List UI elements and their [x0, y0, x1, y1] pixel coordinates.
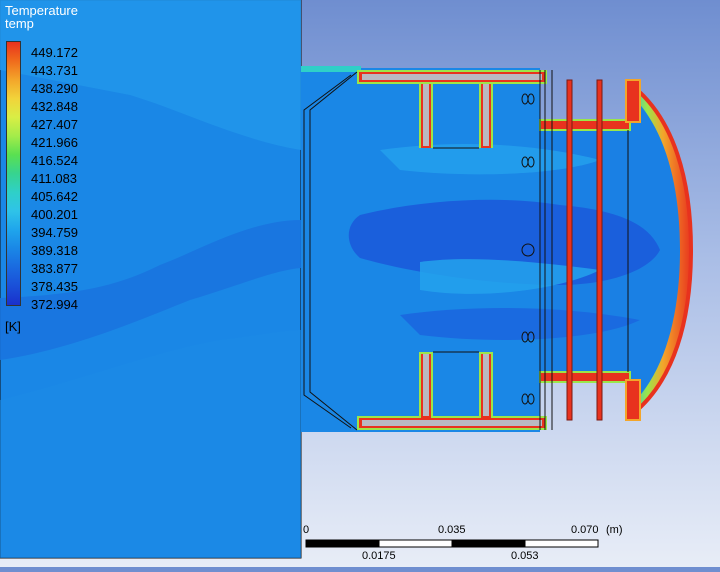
legend-unit: [K]	[5, 319, 21, 334]
legend-label: 394.759	[31, 225, 78, 240]
scale-label-0035: 0.035	[438, 524, 466, 536]
legend-color-bar	[6, 41, 21, 306]
legend-label: 449.172	[31, 45, 78, 60]
scale-label-0070: 0.070	[571, 524, 599, 536]
legend-label: 400.201	[31, 207, 78, 222]
legend-title-line2: temp	[5, 16, 34, 31]
dome-top-cap	[625, 79, 641, 123]
inlet-strip	[301, 66, 361, 72]
legend-label: 432.848	[31, 99, 78, 114]
temperature-contour-plot	[0, 0, 694, 559]
legend-label: 421.966	[31, 135, 78, 150]
legend-label: 438.290	[31, 81, 78, 96]
fin-2	[596, 79, 603, 421]
dome-bottom-cap	[625, 379, 641, 421]
scale-label-0: 0	[303, 524, 310, 536]
legend-label: 383.877	[31, 261, 78, 276]
upper-step-wall	[539, 119, 631, 131]
scale-label-0053: 0.053	[511, 550, 539, 562]
legend-label: 372.994	[31, 297, 78, 312]
legend-label: 443.731	[31, 63, 78, 78]
fin-1	[566, 79, 573, 421]
legend-label: 411.083	[31, 171, 78, 186]
scale-bar	[305, 539, 599, 548]
scale-unit: (m)	[606, 524, 623, 536]
legend-title: Temperature temp	[5, 4, 78, 30]
legend-label: 378.435	[31, 279, 78, 294]
legend-label: 427.407	[31, 117, 78, 132]
lower-step-wall	[539, 371, 631, 383]
legend-label: 389.318	[31, 243, 78, 258]
scale-label-00175: 0.0175	[362, 550, 396, 562]
legend-label: 405.642	[31, 189, 78, 204]
legend-label: 416.524	[31, 153, 78, 168]
cfd-viewport[interactable]: Temperature temp 449.172 443.731 438.290 43…	[0, 0, 720, 567]
